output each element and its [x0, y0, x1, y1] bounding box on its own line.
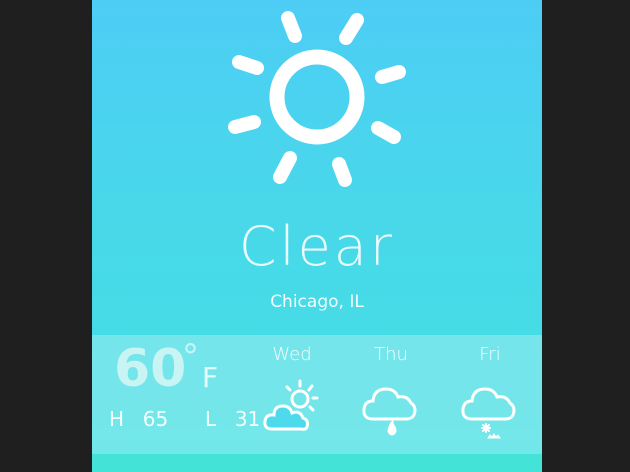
temperature-unit: F	[202, 361, 219, 394]
forecast-day-name: Thu	[374, 344, 408, 365]
rain-icon	[362, 387, 417, 436]
low-label: L	[204, 407, 217, 431]
forecast-day-name: Fri	[479, 344, 501, 365]
forecast-panel: 60 ° F H 65 L 31 Wed Thu Fri	[92, 335, 542, 454]
forecast-day-name: Wed	[272, 344, 312, 365]
forecast-day-thu[interactable]: Thu	[346, 335, 436, 454]
current-temperature: 60	[114, 339, 187, 399]
weather-app: Clear Chicago, IL 60 ° F H 65 L 31 Wed T…	[92, 0, 542, 472]
degree-symbol: °	[182, 337, 199, 377]
partly-cloudy-icon	[263, 379, 319, 431]
forecast-day-fri[interactable]: Fri	[445, 335, 535, 454]
bottom-strip	[92, 454, 542, 472]
forecast-day-wed[interactable]: Wed	[247, 335, 337, 454]
sun-icon	[228, 11, 406, 187]
location-label: Chicago, IL	[270, 292, 364, 312]
weather-condition: Clear	[238, 215, 396, 278]
high-low: H 65 L 31	[109, 407, 260, 431]
high-temperature: 65	[142, 407, 169, 431]
high-label: H	[109, 407, 125, 431]
snow-icon	[461, 387, 516, 439]
